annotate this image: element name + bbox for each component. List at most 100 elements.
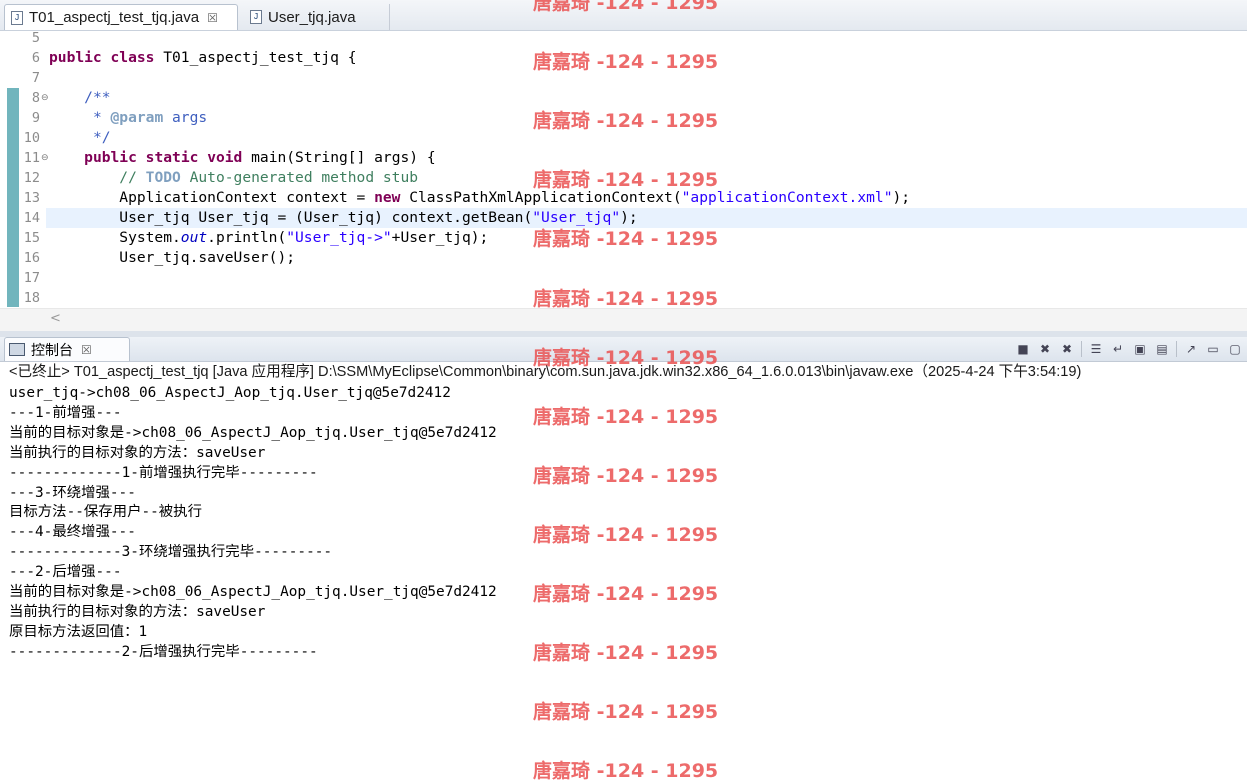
line-number: 6 [31,50,40,66]
line-number: 7 [31,70,40,86]
code-token: out [180,229,208,246]
line-number: 5 [31,30,40,46]
code-editor[interactable]: 5 6 7 8 ⊖ 9 10 11 ⊖ 12 13 14 15 16 17 18 public class T… [0,30,1247,332]
terminate-icon[interactable]: ■ [1015,341,1031,357]
launch-status: <已终止> T01_aspectj_test_tjq [Java 应用程序] D… [9,364,1082,380]
code-token: "User_tjq" [532,209,621,226]
console-line: 原目标方法返回值：1 [9,623,148,640]
console-line: 当前的目标对象是->ch08_06_AspectJ_Aop_tjq.User_t… [9,424,497,441]
console-tab-label: 控制台 [31,341,73,358]
pin-console-icon[interactable]: ▣ [1132,341,1148,357]
code-token: class [110,49,155,66]
code-token: User_tjq.saveUser(); [49,249,296,266]
code-token: Auto-generated method stub [180,169,419,186]
fold-toggle-icon[interactable]: ⊖ [41,88,49,108]
code-line[interactable]: User_tjq.saveUser(); [49,248,295,268]
java-file-icon: J [250,10,262,24]
console-output[interactable]: <已终止> T01_aspectj_test_tjq [Java 应用程序] D… [0,362,1247,781]
line-number: 16 [23,250,40,266]
tab-t01-aspectj-test[interactable]: J T01_aspectj_test_tjq.java ☒ [4,4,238,30]
tab-label: T01_aspectj_test_tjq.java [29,9,200,26]
open-console-icon[interactable]: ↗ [1183,341,1199,357]
scroll-lock-icon[interactable]: ☰ [1088,341,1104,357]
code-line[interactable]: /** [49,88,111,108]
code-line[interactable]: * @param args [49,108,207,128]
code-token: // [119,169,146,186]
console-line: ---1-前增强--- [9,404,122,421]
tab-console[interactable]: 控制台 ☒ [4,337,130,361]
line-number: 18 [23,290,40,306]
java-file-icon: J [11,10,23,25]
code-token: @param [110,109,164,126]
code-token: "User_tjq->" [286,229,392,246]
console-line: 当前执行的目标对象的方法：saveUser [9,444,266,461]
line-number: 12 [23,170,40,186]
console-icon [9,343,25,356]
line-number: 10 [23,130,40,146]
code-token: ); [892,189,911,206]
code-token: main(String[] args) { [242,149,436,166]
tab-label: User_tjq.java [268,8,356,26]
display-console-icon[interactable]: ▤ [1154,341,1170,357]
line-number: 8 [31,90,40,106]
change-marker [7,88,19,307]
console-line: 当前的目标对象是->ch08_06_AspectJ_Aop_tjq.User_t… [9,584,497,600]
code-token: public [49,49,102,66]
code-line[interactable]: */ [49,128,111,148]
code-line[interactable]: public class T01_aspectj_test_tjq { [49,48,357,68]
line-number: 9 [31,110,40,126]
console-line: ---2-后增强--- [9,564,122,581]
minimize-icon[interactable]: ▭ [1205,341,1221,357]
fold-toggle-icon[interactable]: ⊖ [41,148,49,168]
horizontal-scrollbar[interactable]: < [0,308,1247,332]
line-number-gutter: 5 6 7 8 ⊖ 9 10 11 ⊖ 12 13 14 15 16 17 18 [20,30,49,307]
code-token: * [92,109,111,126]
line-number: 11 [23,150,40,166]
code-line[interactable]: // TODO Auto-generated method stub [49,168,418,188]
console-line: 目标方法--保存用户--被执行 [9,504,202,521]
console-line: ---4-最终增强--- [9,524,136,541]
console-line: ---3-环绕增强--- [9,484,136,501]
code-token: TODO [145,169,181,186]
code-line[interactable]: public static void main(String[] args) { [49,148,436,168]
code-token: ); [620,209,638,226]
change-ruler [7,31,19,307]
code-token: void [207,149,243,166]
line-number: 13 [23,190,40,206]
code-token: .println( [207,229,287,246]
code-token: +User_tjq); [391,229,489,246]
code-token: ApplicationContext context = [49,189,375,206]
line-number: 14 [23,210,40,226]
console-line: user_tjq->ch08_06_AspectJ_Aop_tjq.User_t… [9,385,451,401]
code-token: User_tjq User_tjq = (User_tjq) context.g… [49,209,533,226]
code-token: System. [49,229,181,246]
code-line[interactable]: User_tjq User_tjq = (User_tjq) context.g… [49,208,638,228]
remove-all-icon[interactable]: ✖ [1059,341,1075,357]
code-token: static [145,149,199,166]
code-token: */ [92,129,111,146]
code-line[interactable]: ApplicationContext context = new ClassPa… [49,188,910,208]
console-line: -------------3-环绕增强执行完毕--------- [9,544,333,561]
tab-user-tjq[interactable]: J User_tjq.java [244,4,390,30]
code-line[interactable]: System.out.println("User_tjq->"+User_tjq… [49,228,488,248]
code-token: new [374,189,401,206]
word-wrap-icon[interactable]: ↵ [1110,341,1126,357]
console-line: -------------1-前增强执行完毕--------- [9,464,318,481]
console-toolbar: ■ ✖ ✖ ☰ ↵ ▣ ▤ ↗ ▭ ▢ [1015,337,1247,361]
line-number: 17 [23,270,40,286]
maximize-icon[interactable]: ▢ [1227,341,1243,357]
close-icon[interactable]: ☒ [207,11,218,25]
code-token: "applicationContext.xml" [681,189,893,206]
toolbar-separator [1176,341,1177,357]
close-icon[interactable]: ☒ [81,343,92,357]
code-token: /** [84,89,111,106]
remove-launch-icon[interactable]: ✖ [1037,341,1053,357]
console-line: 当前执行的目标对象的方法：saveUser [9,603,266,620]
scroll-left-icon[interactable]: < [50,311,61,326]
